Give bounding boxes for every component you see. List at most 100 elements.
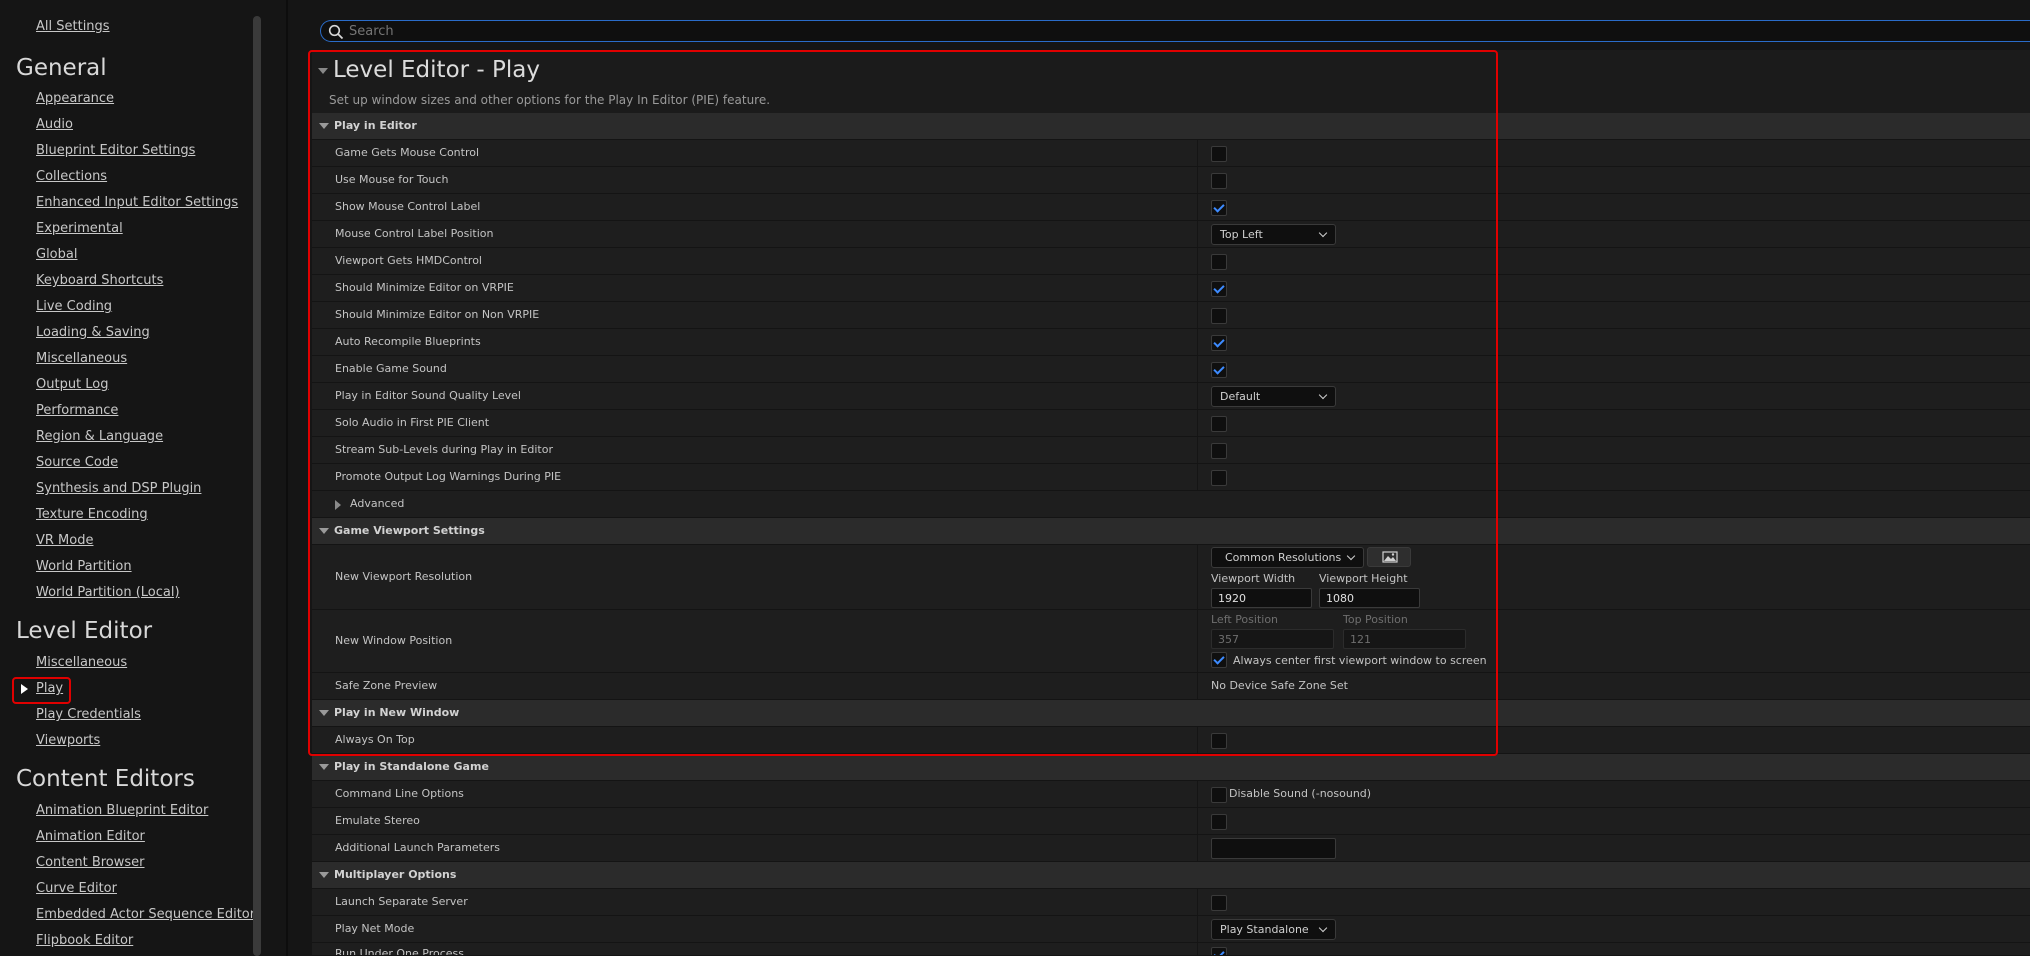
setting-label: Command Line Options [335, 787, 464, 800]
additional-launch-params-input[interactable] [1211, 838, 1336, 859]
always-on-top-checkbox[interactable] [1211, 733, 1227, 749]
top-position-input[interactable]: 121 [1343, 629, 1466, 649]
sidebar-item-keyboard-shortcuts[interactable]: Keyboard Shortcuts [36, 273, 163, 288]
category-play-in-editor[interactable]: Play in Editor [312, 113, 2030, 140]
category-label: Multiplayer Options [334, 868, 457, 881]
category-play-standalone[interactable]: Play in Standalone Game [312, 754, 2030, 781]
sidebar-item-miscellaneous-general[interactable]: Miscellaneous [36, 351, 127, 366]
disable-sound-checkbox[interactable] [1211, 787, 1227, 803]
sidebar-item-synthesis-dsp[interactable]: Synthesis and DSP Plugin [36, 481, 201, 496]
setting-label: Play Net Mode [335, 922, 415, 935]
setting-label: Use Mouse for Touch [335, 173, 449, 186]
top-position-label: Top Position [1343, 613, 1408, 626]
sidebar-item-world-partition[interactable]: World Partition [36, 559, 132, 574]
setting-label: Auto Recompile Blueprints [335, 335, 481, 348]
sidebar-item-source-code[interactable]: Source Code [36, 455, 118, 470]
search-box[interactable] [320, 20, 2030, 42]
sidebar-item-global[interactable]: Global [36, 247, 77, 262]
dropdown-value: Play Standalone [1220, 923, 1309, 936]
sound-quality-dropdown[interactable]: Default [1211, 386, 1336, 407]
setting-row: Solo Audio in First PIE Client [312, 410, 2030, 437]
setting-label: Should Minimize Editor on VRPIE [335, 281, 514, 294]
sidebar-item-animation-editor[interactable]: Animation Editor [36, 829, 145, 844]
minimize-vrpie-checkbox[interactable] [1211, 281, 1227, 297]
set-resolution-button[interactable] [1367, 547, 1411, 567]
category-play-new-window[interactable]: Play in New Window [312, 700, 2030, 727]
advanced-expander[interactable]: Advanced [312, 491, 2030, 518]
setting-label: Stream Sub-Levels during Play in Editor [335, 443, 553, 456]
sidebar-item-flipbook-editor[interactable]: Flipbook Editor [36, 933, 133, 948]
sidebar-item-embedded-actor-sequence[interactable]: Embedded Actor Sequence Editor [36, 907, 255, 922]
solo-audio-checkbox[interactable] [1211, 416, 1227, 432]
setting-row: Additional Launch Parameters [312, 835, 2030, 862]
sidebar-item-vr-mode[interactable]: VR Mode [36, 533, 93, 548]
minimize-non-vrpie-checkbox[interactable] [1211, 308, 1227, 324]
setting-row: Stream Sub-Levels during Play in Editor [312, 437, 2030, 464]
sidebar-item-collections[interactable]: Collections [36, 169, 107, 184]
setting-label: Additional Launch Parameters [335, 841, 501, 854]
sidebar-item-enhanced-input[interactable]: Enhanced Input Editor Settings [36, 195, 238, 210]
page-subtitle: Set up window sizes and other options fo… [329, 93, 771, 107]
chevron-down-icon [1318, 390, 1328, 400]
sidebar-item-experimental[interactable]: Experimental [36, 221, 123, 236]
setting-label: Always On Top [335, 733, 415, 746]
chevron-down-icon [319, 872, 329, 878]
sidebar-item-play[interactable]: Play [36, 681, 63, 696]
chevron-down-icon [319, 764, 329, 770]
enable-game-sound-checkbox[interactable] [1211, 362, 1227, 378]
sidebar-item-world-partition-local[interactable]: World Partition (Local) [36, 585, 180, 600]
sidebar-item-output-log[interactable]: Output Log [36, 377, 109, 392]
sidebar-item-content-browser[interactable]: Content Browser [36, 855, 145, 870]
sidebar-item-live-coding[interactable]: Live Coding [36, 299, 112, 314]
setting-row: Mouse Control Label Position Top Left [312, 221, 2030, 248]
always-center-label: Always center first viewport window to s… [1233, 654, 1487, 667]
search-icon [328, 24, 344, 40]
sidebar-item-blueprint-editor-settings[interactable]: Blueprint Editor Settings [36, 143, 195, 158]
setting-row: Viewport Gets HMDControl [312, 248, 2030, 275]
category-multiplayer[interactable]: Multiplayer Options [312, 862, 2030, 889]
setting-row: Always On Top [312, 727, 2030, 754]
viewport-height-input[interactable]: 1080 [1319, 588, 1420, 608]
auto-recompile-checkbox[interactable] [1211, 335, 1227, 351]
sidebar-item-play-credentials[interactable]: Play Credentials [36, 707, 141, 722]
all-settings-link[interactable]: All Settings [36, 19, 110, 34]
left-position-label: Left Position [1211, 613, 1279, 626]
settings-details-panel: Level Editor - Play Set up window sizes … [288, 0, 2030, 956]
sidebar-item-viewports[interactable]: Viewports [36, 733, 100, 748]
launch-separate-server-checkbox[interactable] [1211, 895, 1227, 911]
sidebar-item-appearance[interactable]: Appearance [36, 91, 114, 106]
setting-row: Auto Recompile Blueprints [312, 329, 2030, 356]
always-center-checkbox[interactable] [1211, 652, 1227, 668]
setting-label: Safe Zone Preview [335, 679, 438, 692]
common-resolutions-dropdown[interactable]: Common Resolutions [1211, 547, 1364, 568]
use-mouse-for-touch-checkbox[interactable] [1211, 173, 1227, 189]
category-game-viewport[interactable]: Game Viewport Settings [312, 518, 2030, 545]
dropdown-value: Default [1220, 390, 1261, 403]
viewport-gets-hmd-checkbox[interactable] [1211, 254, 1227, 270]
collapse-arrow-icon[interactable] [318, 68, 328, 74]
sidebar-item-texture-encoding[interactable]: Texture Encoding [36, 507, 148, 522]
sidebar-scrollbar[interactable] [253, 16, 261, 956]
search-input[interactable] [349, 22, 1949, 40]
sidebar-item-anim-blueprint-editor[interactable]: Animation Blueprint Editor [36, 803, 208, 818]
run-under-one-process-checkbox[interactable] [1211, 947, 1227, 955]
section-title-content-editors: Content Editors [16, 766, 195, 792]
sidebar-item-miscellaneous-level[interactable]: Miscellaneous [36, 655, 127, 670]
sidebar-item-performance[interactable]: Performance [36, 403, 118, 418]
category-label: Play in Standalone Game [334, 760, 489, 773]
sidebar-item-curve-editor[interactable]: Curve Editor [36, 881, 117, 896]
promote-warnings-checkbox[interactable] [1211, 470, 1227, 486]
emulate-stereo-checkbox[interactable] [1211, 814, 1227, 830]
section-title-level-editor: Level Editor [16, 618, 153, 644]
left-position-input[interactable]: 357 [1211, 629, 1334, 649]
game-gets-mouse-control-checkbox[interactable] [1211, 146, 1227, 162]
show-mouse-control-label-checkbox[interactable] [1211, 200, 1227, 216]
stream-sublevels-checkbox[interactable] [1211, 443, 1227, 459]
mouse-label-position-dropdown[interactable]: Top Left [1211, 224, 1336, 245]
viewport-width-input[interactable]: 1920 [1211, 588, 1312, 608]
sidebar-item-loading-saving[interactable]: Loading & Saving [36, 325, 150, 340]
sidebar-item-region-language[interactable]: Region & Language [36, 429, 163, 444]
setting-label: Viewport Gets HMDControl [335, 254, 482, 267]
play-net-mode-dropdown[interactable]: Play Standalone [1211, 919, 1336, 940]
sidebar-item-audio[interactable]: Audio [36, 117, 73, 132]
